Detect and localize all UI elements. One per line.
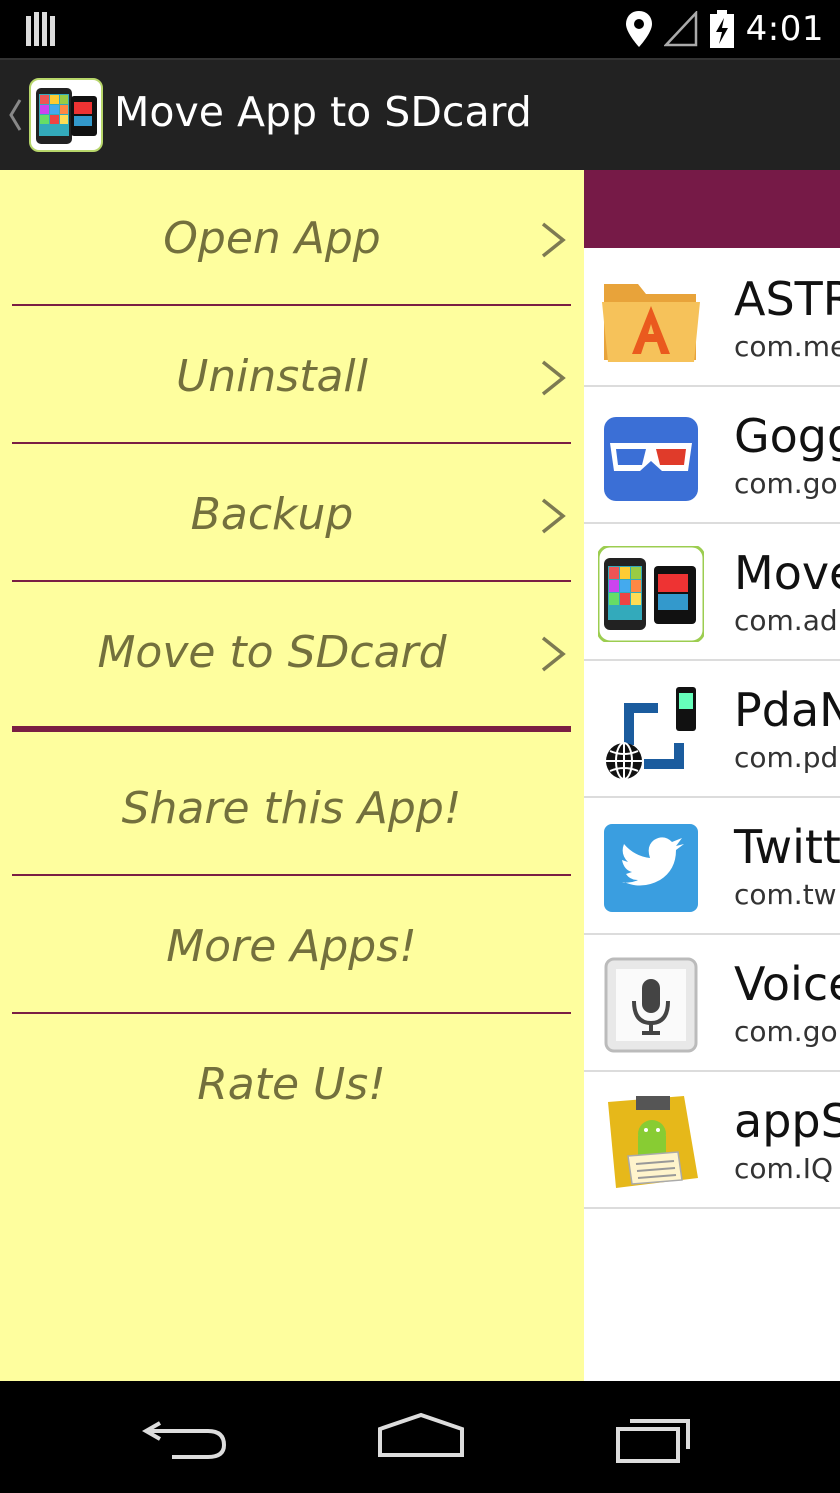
list-item[interactable]: appS com.IQ bbox=[584, 1072, 840, 1209]
app-package: com.me bbox=[734, 330, 840, 363]
menu-share-app[interactable]: Share this App! bbox=[12, 740, 571, 876]
astro-folder-icon bbox=[602, 284, 700, 362]
app-name: appS bbox=[734, 1094, 840, 1148]
menu-rate-us[interactable]: Rate Us! bbox=[12, 1016, 571, 1152]
action-bar: Move App to SDcard bbox=[0, 58, 840, 170]
back-icon[interactable] bbox=[142, 1409, 232, 1465]
move-app-icon bbox=[598, 546, 704, 642]
home-icon[interactable] bbox=[376, 1409, 466, 1465]
location-icon bbox=[625, 11, 652, 47]
menu-open-app[interactable]: Open App bbox=[12, 170, 571, 306]
app-name: Move bbox=[734, 546, 840, 600]
menu-backup[interactable]: Backup bbox=[12, 446, 571, 582]
list-item[interactable]: Move com.ad bbox=[584, 524, 840, 661]
goggles-icon bbox=[604, 417, 698, 501]
signal-icon bbox=[663, 11, 697, 47]
menu-item-label: Share this App! bbox=[121, 782, 462, 834]
app-list-panel: ASTR com.me Gogg com.go bbox=[584, 170, 840, 1381]
app-name: ASTR bbox=[734, 272, 840, 326]
recents-icon[interactable] bbox=[610, 1409, 700, 1465]
navigation-bar bbox=[0, 1381, 840, 1493]
app-name: PdaN bbox=[734, 683, 840, 737]
menu-item-label: Backup bbox=[190, 488, 354, 540]
app-saver-icon bbox=[608, 1096, 698, 1188]
menu-move-to-sdcard[interactable]: Move to SDcard bbox=[12, 584, 571, 732]
navigation-drawer: Open App Uninstall Backup Move to SDcard… bbox=[0, 170, 584, 1381]
status-bar: 4:01 bbox=[0, 0, 840, 58]
notification-bars-icon bbox=[26, 12, 55, 46]
chevron-right-icon bbox=[541, 360, 566, 396]
list-item[interactable]: PdaN com.pd bbox=[584, 661, 840, 798]
app-list: ASTR com.me Gogg com.go bbox=[584, 250, 840, 1209]
list-item[interactable]: ASTR com.me bbox=[584, 250, 840, 387]
battery-charging-icon bbox=[709, 10, 734, 48]
voice-search-icon bbox=[604, 957, 698, 1053]
app-name: Voice bbox=[734, 957, 840, 1011]
menu-item-label: More Apps! bbox=[166, 920, 417, 972]
menu-item-label: Rate Us! bbox=[197, 1058, 386, 1110]
up-caret-icon[interactable] bbox=[8, 98, 22, 132]
chevron-right-icon bbox=[541, 498, 566, 534]
menu-item-label: Open App bbox=[163, 212, 381, 264]
menu-more-apps[interactable]: More Apps! bbox=[12, 878, 571, 1014]
app-package: com.pd bbox=[734, 741, 839, 774]
chevron-right-icon bbox=[541, 636, 566, 672]
menu-item-label: Uninstall bbox=[176, 350, 368, 402]
clock: 4:01 bbox=[745, 9, 824, 49]
header-strip bbox=[584, 170, 840, 248]
app-package: com.ad bbox=[734, 604, 838, 637]
list-item[interactable]: Voice com.go bbox=[584, 935, 840, 1072]
menu-uninstall[interactable]: Uninstall bbox=[12, 308, 571, 444]
app-package: com.go bbox=[734, 467, 838, 500]
app-package: com.tw bbox=[734, 878, 837, 911]
menu-item-label: Move to SDcard bbox=[97, 626, 447, 678]
app-logo-icon[interactable] bbox=[29, 78, 103, 152]
page-title: Move App to SDcard bbox=[114, 88, 532, 136]
pdanet-icon bbox=[606, 687, 696, 779]
app-package: com.IQ bbox=[734, 1152, 833, 1185]
chevron-right-icon bbox=[541, 222, 566, 258]
app-package: com.go bbox=[734, 1015, 838, 1048]
list-item[interactable]: Gogg com.go bbox=[584, 387, 840, 524]
app-name: Twitt bbox=[734, 820, 840, 874]
list-item[interactable]: Twitt com.tw bbox=[584, 798, 840, 935]
app-name: Gogg bbox=[734, 409, 840, 463]
twitter-icon bbox=[604, 824, 698, 912]
